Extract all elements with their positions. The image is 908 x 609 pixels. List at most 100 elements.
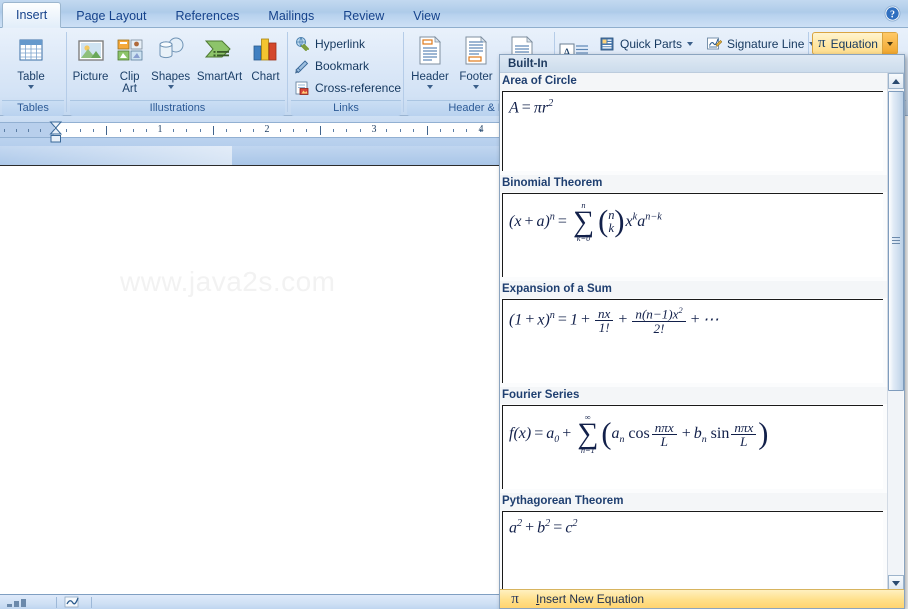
ruler-margin-zone xyxy=(0,123,54,137)
links-group-body: Hyperlink Bookmark Cross-reference xyxy=(291,28,401,100)
gallery-item-binomial-theorem[interactable]: Binomial Theorem (x + a)n = n ∑ k=0 (n k)xkan−k xyxy=(500,175,889,277)
site-watermark: www.java2s.com xyxy=(120,266,336,297)
clip-art-button[interactable]: Clip Art xyxy=(111,31,148,95)
ruler-number-3: 3 xyxy=(371,124,377,135)
group-separator-3 xyxy=(403,32,404,112)
group-label-tables: Tables xyxy=(2,100,64,116)
tables-group-body: Table xyxy=(2,28,64,100)
tab-view[interactable]: View xyxy=(399,4,454,28)
tab-page-layout-label: Page Layout xyxy=(76,9,147,23)
gallery-item-preview[interactable]: (1 + x)n = 1 + nx 1! + n(n−1)x2 2! + ⋯ xyxy=(502,299,883,383)
footer-button-label: Footer xyxy=(459,71,493,83)
gallery-item-preview[interactable]: a2 + b2 = c2 xyxy=(502,511,883,591)
equation-expansion-of-a-sum: (1 + x)n = 1 + nx 1! + n(n−1)x2 2! + ⋯ xyxy=(509,306,719,336)
ruler-number-4: 4 xyxy=(478,124,484,135)
chart-button[interactable]: Chart xyxy=(246,31,285,83)
equation-area-of-circle: A = πr2 xyxy=(509,98,554,117)
text-group-small-buttons-2: Signature Line xyxy=(703,33,816,55)
scrollbar-grip-icon xyxy=(892,237,900,245)
ribbon-group-links: Hyperlink Bookmark Cross-reference Links xyxy=(291,28,401,116)
help-icon[interactable]: ? xyxy=(882,3,902,23)
clip-art-icon xyxy=(115,33,145,69)
bookmark-button[interactable]: Bookmark xyxy=(291,55,369,77)
gallery-item-preview[interactable]: (x + a)n = n ∑ k=0 (n k)xkan−k xyxy=(502,193,883,277)
equation-dropdown-arrow[interactable] xyxy=(881,33,897,54)
tab-page-layout[interactable]: Page Layout xyxy=(62,4,160,28)
chart-button-label: Chart xyxy=(251,71,280,83)
chevron-down-icon xyxy=(687,42,694,46)
gallery-item-title: Area of Circle xyxy=(500,73,889,90)
quick-parts-button[interactable]: Quick Parts xyxy=(596,33,694,55)
gallery-scroll-pane[interactable]: Area of Circle A = πr2 Binomial Theorem (x… xyxy=(500,73,889,591)
hyperlink-button[interactable]: Hyperlink xyxy=(291,33,365,55)
tab-mailings[interactable]: Mailings xyxy=(254,4,328,28)
picture-button-label: Picture xyxy=(72,71,109,83)
tab-review[interactable]: Review xyxy=(329,4,398,28)
chevron-down-icon xyxy=(473,85,479,89)
ruler-number-2: 2 xyxy=(264,124,270,135)
quick-parts-label: Quick Parts xyxy=(620,37,683,51)
gallery-scrollbar[interactable] xyxy=(887,73,904,591)
ruler-number-1: 1 xyxy=(157,124,163,135)
horizontal-ruler[interactable]: 1 2 3 4 xyxy=(0,122,500,138)
ribbon-tab-bar: Insert Page Layout References Mailings R… xyxy=(0,0,908,28)
gallery-item-preview[interactable]: f(x) = a0 + ∞ ∑ n=1 (an cos nπx L + bn sin nπx L) xyxy=(502,405,883,489)
bookmark-label: Bookmark xyxy=(315,59,370,73)
scroll-up-arrow-icon[interactable] xyxy=(888,73,904,89)
scrollbar-thumb[interactable] xyxy=(888,91,904,391)
header-button[interactable]: Header xyxy=(407,31,453,89)
chevron-down-icon xyxy=(427,85,433,89)
chart-icon xyxy=(249,33,281,69)
hyperlink-label: Hyperlink xyxy=(315,37,366,51)
equation-pythagorean-theorem: a2 + b2 = c2 xyxy=(509,518,578,537)
equation-binomial-theorem: (x + a)n = n ∑ k=0 (n k)xkan−k xyxy=(509,201,662,244)
tab-references-label: References xyxy=(175,9,240,23)
insert-new-equation-label-rest: nsert New Equation xyxy=(539,592,645,606)
smartart-button[interactable]: SmartArt xyxy=(193,31,246,83)
cross-reference-label: Cross-reference xyxy=(315,81,402,95)
group-separator-2 xyxy=(287,32,288,112)
signature-line-button[interactable]: Signature Line xyxy=(703,33,816,55)
signature-line-icon xyxy=(705,35,723,53)
gallery-item-title: Expansion of a Sum xyxy=(500,281,889,298)
table-button[interactable]: Table xyxy=(2,31,60,89)
gallery-item-expansion-of-a-sum[interactable]: Expansion of a Sum (1 + x)n = 1 + nx 1! + n(n−1)x… xyxy=(500,281,889,383)
gallery-item-preview[interactable]: A = πr2 xyxy=(502,91,883,171)
bookmark-icon xyxy=(293,57,311,75)
chevron-down-icon xyxy=(886,41,893,46)
status-page-indicator[interactable] xyxy=(0,595,56,609)
ribbon-group-tables: Table Tables xyxy=(2,28,64,116)
quick-parts-icon xyxy=(598,35,616,53)
cross-reference-button[interactable]: Cross-reference xyxy=(291,77,401,99)
indent-marker[interactable] xyxy=(49,116,63,144)
tab-view-label: View xyxy=(413,9,441,23)
equation-button[interactable]: π Equation xyxy=(812,32,898,55)
smartart-button-label: SmartArt xyxy=(196,71,243,83)
picture-button[interactable]: Picture xyxy=(70,31,111,83)
gallery-section-header: Built-In xyxy=(500,55,904,73)
ruler-page-shade xyxy=(0,146,232,165)
insert-new-equation-label: Insert New Equation xyxy=(536,592,644,606)
insert-new-equation-button[interactable]: π Insert New Equation xyxy=(500,589,904,608)
chevron-down-icon xyxy=(28,85,34,89)
group-label-links: Links xyxy=(291,100,401,116)
gallery-item-area-of-circle[interactable]: Area of Circle A = πr2 xyxy=(500,73,889,171)
word-application-window: Insert Page Layout References Mailings R… xyxy=(0,0,908,609)
tab-references[interactable]: References xyxy=(161,4,253,28)
shapes-button[interactable]: Shapes xyxy=(148,31,193,89)
clip-art-label-line1: Clip xyxy=(119,71,140,83)
document-canvas[interactable]: www.java2s.com xyxy=(0,165,500,594)
ribbon-group-illustrations: Picture Clip Art Shapes SmartArt Chart I… xyxy=(70,28,285,116)
gallery-item-fourier-series[interactable]: Fourier Series f(x) = a0 + ∞ ∑ n=1 (an cos nπx L +… xyxy=(500,387,889,489)
tab-review-label: Review xyxy=(343,9,385,23)
status-proofing-indicator[interactable] xyxy=(57,595,91,609)
footer-button[interactable]: Footer xyxy=(453,31,499,89)
picture-icon xyxy=(76,33,106,69)
table-button-label: Table xyxy=(17,71,45,83)
gallery-item-pythagorean-theorem[interactable]: Pythagorean Theorem a2 + b2 = c2 xyxy=(500,493,889,591)
header-button-label: Header xyxy=(411,71,449,83)
status-bar xyxy=(0,594,500,609)
smartart-icon xyxy=(203,33,237,69)
tab-insert[interactable]: Insert xyxy=(2,2,62,28)
pi-icon: π xyxy=(511,590,519,607)
